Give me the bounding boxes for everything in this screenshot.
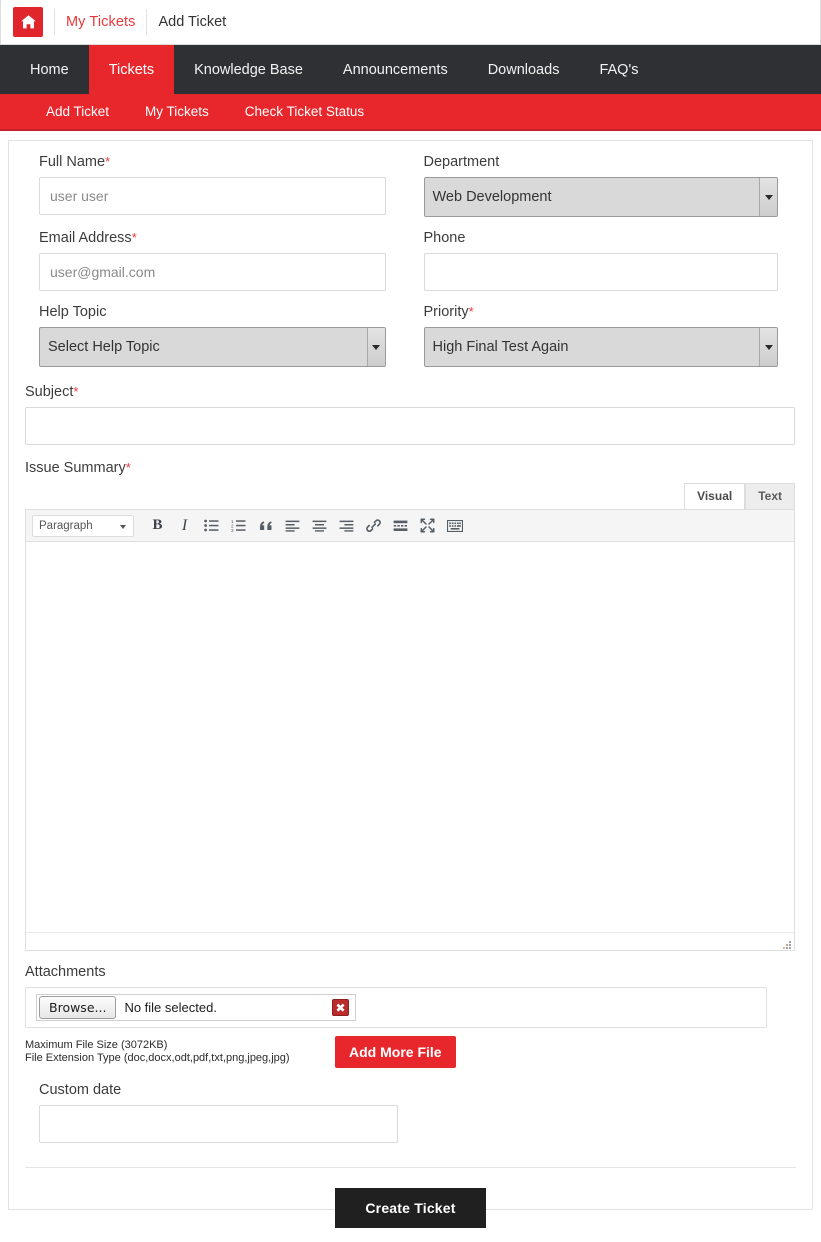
issue-summary-label: Issue Summary* bbox=[25, 460, 131, 476]
field-group-department: Department Web Development bbox=[411, 153, 797, 229]
field-group-full-name: Full Name* bbox=[25, 153, 411, 229]
department-selected-value: Web Development bbox=[432, 189, 552, 205]
align-center-icon[interactable] bbox=[306, 513, 333, 539]
attachment-footer: Maximum File Size (3072KB) File Extensio… bbox=[25, 1036, 796, 1068]
editor-frame: Paragraph B I 1 2 3 bbox=[25, 509, 795, 951]
issue-summary-editor: Visual Text Paragraph B I 1 2 3 bbox=[25, 483, 795, 951]
breadcrumb-my-tickets-link[interactable]: My Tickets bbox=[66, 14, 135, 30]
browse-button[interactable]: Browse... bbox=[39, 996, 117, 1019]
editor-tab-bar: Visual Text bbox=[25, 483, 795, 509]
breadcrumb-current-page: Add Ticket bbox=[158, 14, 227, 30]
subject-input[interactable] bbox=[25, 407, 795, 445]
main-navigation: Home Tickets Knowledge Base Announcement… bbox=[0, 45, 821, 94]
attachment-notes: Maximum File Size (3072KB) File Extensio… bbox=[25, 1039, 325, 1066]
editor-statusbar bbox=[26, 932, 794, 950]
breadcrumb-divider-2 bbox=[146, 9, 148, 35]
department-select[interactable]: Web Development bbox=[423, 177, 778, 217]
italic-icon[interactable]: I bbox=[171, 513, 198, 539]
help-topic-selected-value: Select Help Topic bbox=[48, 339, 160, 355]
max-file-size-note: Maximum File Size (3072KB) bbox=[25, 1038, 168, 1051]
subnav-item-add-ticket[interactable]: Add Ticket bbox=[28, 94, 127, 129]
svg-text:3: 3 bbox=[231, 528, 234, 532]
file-status-text: No file selected. bbox=[124, 1000, 217, 1015]
chevron-down-icon bbox=[366, 328, 385, 366]
required-marker: * bbox=[105, 154, 111, 169]
breadcrumb-divider bbox=[54, 9, 55, 35]
add-more-file-button[interactable]: Add More File bbox=[335, 1036, 456, 1068]
field-group-phone: Phone bbox=[411, 229, 797, 303]
format-select-value: Paragraph bbox=[39, 519, 93, 532]
bulleted-list-icon[interactable] bbox=[198, 513, 225, 539]
form-row-email-phone: Email Address* Phone bbox=[25, 229, 796, 303]
subnav-item-my-tickets[interactable]: My Tickets bbox=[127, 94, 227, 129]
create-ticket-button[interactable]: Create Ticket bbox=[335, 1188, 486, 1228]
full-name-label: Full Name* bbox=[39, 154, 111, 170]
numbered-list-icon[interactable]: 1 2 3 bbox=[225, 513, 252, 539]
subnav-item-check-ticket-status[interactable]: Check Ticket Status bbox=[227, 94, 382, 129]
fullscreen-icon[interactable] bbox=[414, 513, 441, 539]
phone-label: Phone bbox=[423, 230, 466, 246]
home-icon bbox=[20, 14, 37, 30]
attachment-row: Browse... No file selected. ✖ bbox=[25, 987, 767, 1028]
priority-selected-value: High Final Test Again bbox=[432, 339, 569, 355]
email-label: Email Address* bbox=[39, 230, 137, 246]
department-label: Department bbox=[423, 154, 500, 170]
read-more-icon[interactable] bbox=[387, 513, 414, 539]
file-input[interactable]: Browse... No file selected. ✖ bbox=[36, 994, 356, 1021]
field-group-email: Email Address* bbox=[25, 229, 411, 303]
field-group-help-topic: Help Topic Select Help Topic bbox=[25, 303, 411, 379]
help-topic-select[interactable]: Select Help Topic bbox=[39, 327, 386, 367]
link-icon[interactable] bbox=[360, 513, 387, 539]
priority-select[interactable]: High Final Test Again bbox=[423, 327, 778, 367]
nav-item-downloads[interactable]: Downloads bbox=[468, 45, 580, 94]
phone-input[interactable] bbox=[423, 253, 778, 291]
home-button[interactable] bbox=[13, 7, 43, 37]
remove-attachment-icon[interactable]: ✖ bbox=[332, 999, 349, 1016]
file-extension-note: File Extension Type (doc,docx,odt,pdf,tx… bbox=[25, 1052, 290, 1064]
email-input[interactable] bbox=[39, 253, 386, 291]
priority-label: Priority* bbox=[423, 304, 474, 320]
chevron-down-icon bbox=[120, 524, 126, 529]
chevron-down-icon bbox=[759, 178, 777, 216]
subject-label: Subject* bbox=[25, 384, 79, 400]
submit-row: Create Ticket bbox=[25, 1168, 796, 1242]
nav-item-tickets[interactable]: Tickets bbox=[88, 45, 175, 94]
issue-summary-textarea[interactable] bbox=[26, 542, 794, 932]
field-group-subject: Subject* bbox=[25, 383, 796, 445]
editor-toolbar: Paragraph B I 1 2 3 bbox=[26, 510, 794, 542]
blockquote-icon[interactable] bbox=[252, 513, 279, 539]
tab-text[interactable]: Text bbox=[745, 483, 795, 509]
field-group-custom-date: Custom date bbox=[25, 1081, 796, 1143]
nav-item-announcements[interactable]: Announcements bbox=[323, 45, 468, 94]
chevron-down-icon bbox=[759, 328, 777, 366]
align-left-icon[interactable] bbox=[279, 513, 306, 539]
nav-item-faqs[interactable]: FAQ's bbox=[579, 45, 658, 94]
sub-navigation: Add Ticket My Tickets Check Ticket Statu… bbox=[0, 94, 821, 131]
add-ticket-form-panel: Full Name* Department Web Development bbox=[8, 140, 813, 1228]
help-topic-label: Help Topic bbox=[39, 304, 107, 320]
field-group-priority: Priority* High Final Test Again bbox=[411, 303, 797, 379]
attachments-label: Attachments bbox=[25, 964, 106, 980]
form-row-name-department: Full Name* Department Web Development bbox=[25, 153, 796, 229]
resize-handle-icon[interactable] bbox=[781, 938, 792, 949]
format-select[interactable]: Paragraph bbox=[32, 514, 134, 537]
align-right-icon[interactable] bbox=[333, 513, 360, 539]
full-name-input[interactable] bbox=[39, 177, 386, 215]
breadcrumb: My Tickets Add Ticket bbox=[0, 0, 821, 45]
custom-date-label: Custom date bbox=[39, 1082, 122, 1098]
nav-item-home[interactable]: Home bbox=[10, 45, 89, 94]
bold-icon[interactable]: B bbox=[144, 513, 171, 539]
toolbar-toggle-icon[interactable] bbox=[441, 513, 468, 539]
custom-date-input[interactable] bbox=[39, 1105, 398, 1143]
nav-item-knowledge-base[interactable]: Knowledge Base bbox=[174, 45, 323, 94]
form-row-helptopic-priority: Help Topic Select Help Topic Priority* H… bbox=[25, 303, 796, 379]
tab-visual[interactable]: Visual bbox=[684, 483, 746, 509]
